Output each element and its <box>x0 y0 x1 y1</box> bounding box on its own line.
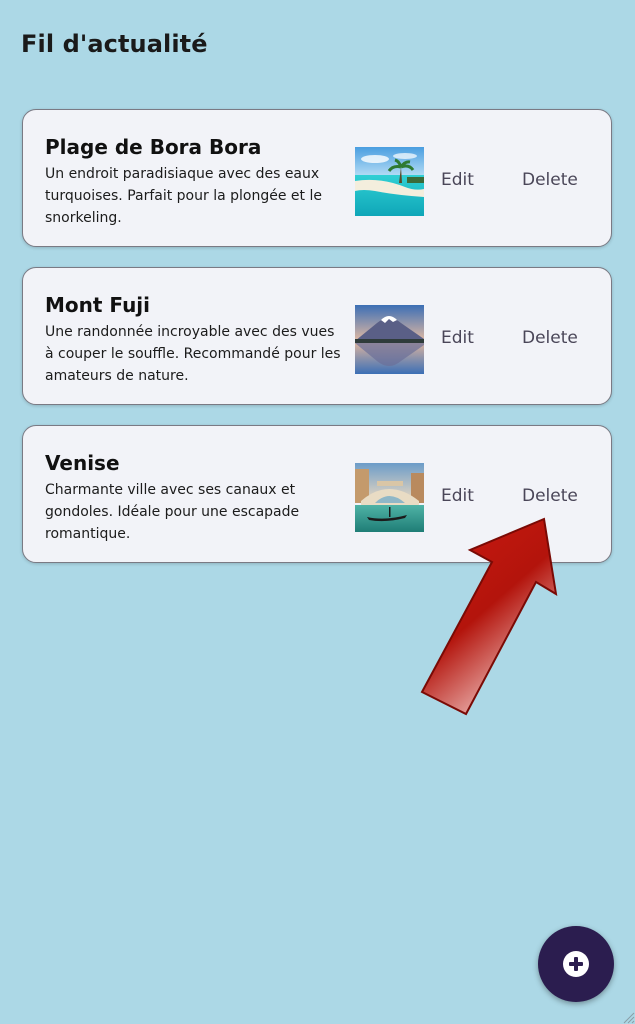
feed-card: Venise Charmante ville avec ses canaux e… <box>22 425 612 563</box>
card-description: Un endroit paradisiaque avec des eaux tu… <box>45 166 322 226</box>
resize-grip-icon[interactable] <box>621 1010 635 1024</box>
delete-button[interactable]: Delete <box>522 486 578 506</box>
add-post-button[interactable] <box>538 926 614 1002</box>
card-title: Mont Fuji <box>45 293 151 317</box>
card-description: Une randonnée incroyable avec des vues à… <box>45 324 341 384</box>
feed-card: Mont Fuji Une randonnée incroyable avec … <box>22 267 612 405</box>
card-description: Charmante ville avec ses canaux et gondo… <box>45 482 300 542</box>
page-title: Fil d'actualité <box>21 30 208 58</box>
venice-thumbnail <box>355 463 424 532</box>
edit-button[interactable]: Edit <box>441 328 474 348</box>
mountain-thumbnail <box>355 305 424 374</box>
card-title: Plage de Bora Bora <box>45 135 262 159</box>
delete-button[interactable]: Delete <box>522 328 578 348</box>
delete-button[interactable]: Delete <box>522 170 578 190</box>
edit-button[interactable]: Edit <box>441 170 474 190</box>
feed-card: Plage de Bora Bora Un endroit paradisiaq… <box>22 109 612 247</box>
add-circle-icon <box>563 951 589 977</box>
card-title: Venise <box>45 451 120 475</box>
edit-button[interactable]: Edit <box>441 486 474 506</box>
beach-thumbnail <box>355 147 424 216</box>
